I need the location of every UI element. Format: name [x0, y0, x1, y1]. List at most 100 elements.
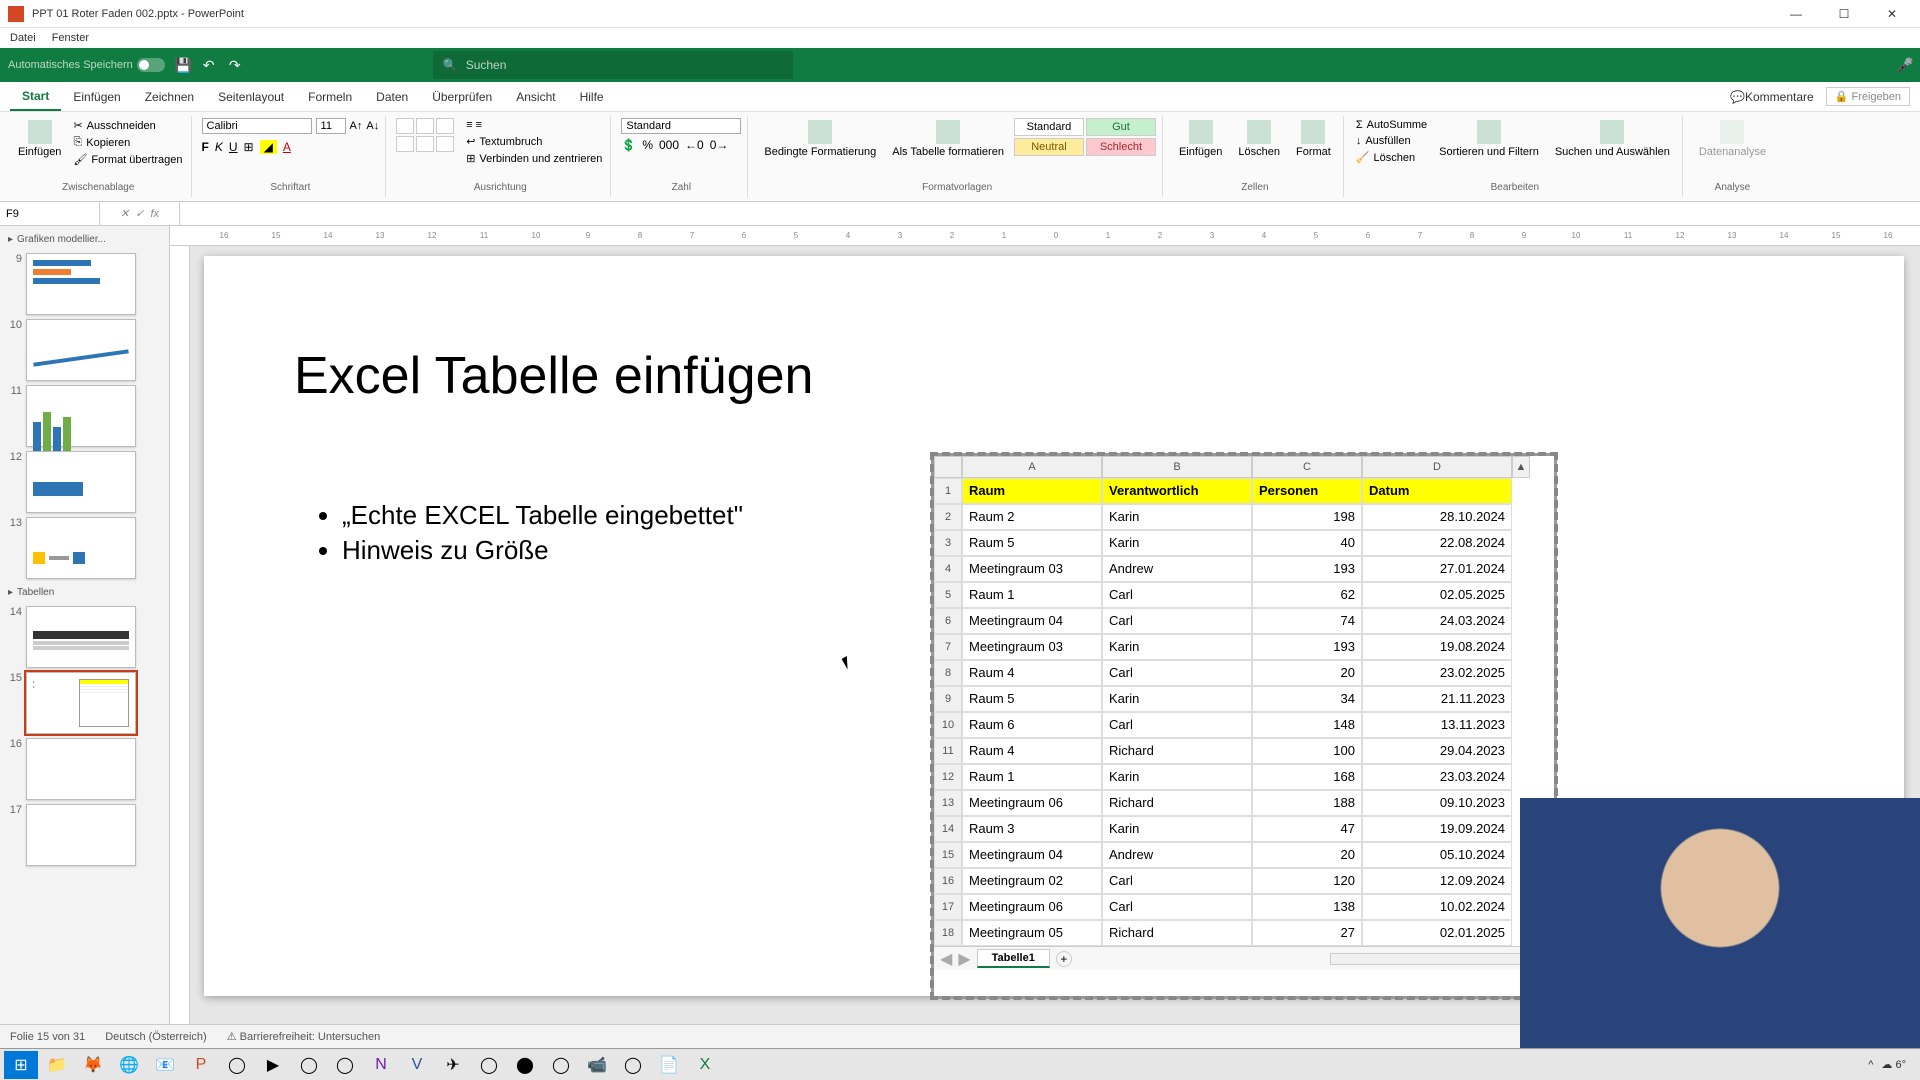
- horizontal-scrollbar[interactable]: [1330, 953, 1530, 965]
- style-neutral[interactable]: Neutral: [1014, 138, 1084, 156]
- copy-button[interactable]: ⎘ Kopieren: [71, 135, 184, 150]
- tab-zeichnen[interactable]: Zeichnen: [133, 82, 206, 111]
- sheet-nav-prev-icon[interactable]: ◀: [940, 949, 952, 969]
- format-cells-button[interactable]: Format: [1290, 118, 1337, 160]
- tab-einfuegen[interactable]: Einfügen: [61, 82, 132, 111]
- style-standard[interactable]: Standard: [1014, 118, 1084, 136]
- excel-data-row[interactable]: 8Raum 4Carl2023.02.2025: [934, 660, 1554, 686]
- excel-data-row[interactable]: 18Meetingraum 05Richard2702.01.2025: [934, 920, 1554, 946]
- tab-seitenlayout[interactable]: Seitenlayout: [206, 82, 296, 111]
- tab-start[interactable]: Start: [10, 82, 61, 111]
- excel-data-row[interactable]: 10Raum 6Carl14813.11.2023: [934, 712, 1554, 738]
- start-button[interactable]: ⊞: [4, 1051, 38, 1079]
- app-icon[interactable]: ◯: [292, 1051, 326, 1079]
- excel-data-row[interactable]: 7Meetingraum 03Karin19319.08.2024: [934, 634, 1554, 660]
- app-icon[interactable]: ◯: [328, 1051, 362, 1079]
- excel-icon[interactable]: X: [688, 1051, 722, 1079]
- onenote-icon[interactable]: N: [364, 1051, 398, 1079]
- style-schlecht[interactable]: Schlecht: [1086, 138, 1156, 156]
- undo-icon[interactable]: ↶: [201, 57, 217, 73]
- file-menu[interactable]: Datei: [10, 32, 36, 44]
- tab-daten[interactable]: Daten: [364, 82, 420, 111]
- conditional-formatting-button[interactable]: Bedingte Formatierung: [758, 118, 882, 160]
- slide-bullets[interactable]: „Echte EXCEL Tabelle eingebettet" Hinwei…: [314, 496, 743, 570]
- bullet-2[interactable]: Hinweis zu Größe: [342, 535, 743, 566]
- border-button[interactable]: ⊞: [244, 140, 254, 154]
- slide-thumb-13[interactable]: [26, 517, 136, 579]
- wrap-text-button[interactable]: ↩ Textumbruch: [464, 134, 604, 149]
- vlc-icon[interactable]: ▶: [256, 1051, 290, 1079]
- section-grafiken[interactable]: ▸ Grafiken modellier...: [4, 230, 165, 249]
- tray-chevron-icon[interactable]: ^: [1868, 1059, 1873, 1071]
- section-tabellen[interactable]: ▸ Tabellen: [4, 583, 165, 602]
- fx-buttons[interactable]: ✕✓fx: [100, 202, 180, 225]
- format-as-table-button[interactable]: Als Tabelle formatieren: [886, 118, 1010, 160]
- tab-formeln[interactable]: Formeln: [296, 82, 364, 111]
- slide-thumb-15[interactable]: ••: [26, 672, 136, 734]
- close-button[interactable]: ✕: [1872, 4, 1912, 24]
- search-input[interactable]: 🔍 Suchen: [433, 51, 793, 79]
- minimize-button[interactable]: —: [1776, 4, 1816, 24]
- scroll-up-icon[interactable]: ▲: [1512, 456, 1530, 478]
- bullet-1[interactable]: „Echte EXCEL Tabelle eingebettet": [342, 500, 743, 531]
- save-icon[interactable]: 💾: [175, 57, 191, 73]
- sheet-tab[interactable]: Tabelle1: [977, 949, 1050, 968]
- excel-data-row[interactable]: 15Meetingraum 04Andrew2005.10.2024: [934, 842, 1554, 868]
- fill-button[interactable]: ↓ Ausfüllen: [1354, 134, 1429, 148]
- find-select-button[interactable]: Suchen und Auswählen: [1549, 118, 1676, 160]
- indent-buttons[interactable]: ≡ ≡: [464, 118, 604, 132]
- outlook-icon[interactable]: 📧: [148, 1051, 182, 1079]
- shrink-font-icon[interactable]: A↓: [366, 120, 379, 132]
- sheet-nav-next-icon[interactable]: ▶: [958, 949, 970, 969]
- sort-filter-button[interactable]: Sortieren und Filtern: [1433, 118, 1545, 160]
- slide-thumb-16[interactable]: [26, 738, 136, 800]
- status-language[interactable]: Deutsch (Österreich): [105, 1031, 206, 1043]
- telegram-icon[interactable]: ✈: [436, 1051, 470, 1079]
- alignment-grid[interactable]: [396, 118, 454, 152]
- decimal-inc-button[interactable]: ←0: [685, 138, 704, 152]
- excel-data-row[interactable]: 17Meetingraum 06Carl13810.02.2024: [934, 894, 1554, 920]
- app-icon[interactable]: ◯: [616, 1051, 650, 1079]
- chrome-icon[interactable]: 🌐: [112, 1051, 146, 1079]
- style-gut[interactable]: Gut: [1086, 118, 1156, 136]
- bold-button[interactable]: F: [202, 140, 209, 154]
- slide-thumb-12[interactable]: [26, 451, 136, 513]
- window-menu[interactable]: Fenster: [52, 32, 89, 44]
- excel-data-row[interactable]: 12Raum 1Karin16823.03.2024: [934, 764, 1554, 790]
- font-color-button[interactable]: A: [283, 140, 291, 154]
- format-painter-button[interactable]: 🖌 Format übertragen: [71, 152, 184, 167]
- notepad-icon[interactable]: 📄: [652, 1051, 686, 1079]
- data-analysis-button[interactable]: Datenanalyse: [1693, 118, 1772, 160]
- merge-button[interactable]: ⊞ Verbinden und zentrieren: [464, 151, 604, 166]
- clear-button[interactable]: 🧹 Löschen: [1354, 150, 1429, 165]
- status-accessibility[interactable]: ⚠ Barrierefreiheit: Untersuchen: [227, 1030, 381, 1043]
- excel-data-row[interactable]: 5Raum 1Carl6202.05.2025: [934, 582, 1554, 608]
- app-icon[interactable]: ◯: [472, 1051, 506, 1079]
- paste-button[interactable]: Einfügen: [12, 118, 67, 160]
- autosave-toggle[interactable]: Automatisches Speichern: [8, 58, 165, 72]
- excel-data-row[interactable]: 16Meetingraum 02Carl12012.09.2024: [934, 868, 1554, 894]
- excel-embedded-object[interactable]: A B C D ▲ 1RaumVerantwortlichPersonenDat…: [934, 456, 1554, 996]
- tab-ansicht[interactable]: Ansicht: [504, 82, 567, 111]
- excel-data-row[interactable]: 14Raum 3Karin4719.09.2024: [934, 816, 1554, 842]
- excel-data-row[interactable]: 6Meetingraum 04Carl7424.03.2024: [934, 608, 1554, 634]
- comma-button[interactable]: 000: [659, 138, 679, 152]
- excel-data-row[interactable]: 2Raum 2Karin19828.10.2024: [934, 504, 1554, 530]
- insert-cells-button[interactable]: Einfügen: [1173, 118, 1228, 160]
- grow-font-icon[interactable]: A↑: [350, 120, 363, 132]
- tab-ueberpruefen[interactable]: Überprüfen: [420, 82, 504, 111]
- font-size-select[interactable]: 11: [316, 118, 346, 134]
- tab-hilfe[interactable]: Hilfe: [568, 82, 616, 111]
- slide-thumb-9[interactable]: [26, 253, 136, 315]
- excel-header-row[interactable]: 1RaumVerantwortlichPersonenDatum: [934, 478, 1554, 504]
- zoom-icon[interactable]: 📹: [580, 1051, 614, 1079]
- mic-icon[interactable]: 🎤: [1896, 57, 1912, 73]
- app-icon[interactable]: ◯: [544, 1051, 578, 1079]
- decimal-dec-button[interactable]: 0→: [710, 138, 729, 152]
- weather-widget[interactable]: ☁ 6°: [1881, 1058, 1906, 1071]
- slide-panel[interactable]: ▸ Grafiken modellier... 9 10 11 12 13 ▸ …: [0, 226, 170, 1024]
- cut-button[interactable]: ✂ Ausschneiden: [71, 118, 184, 133]
- firefox-icon[interactable]: 🦊: [76, 1051, 110, 1079]
- underline-button[interactable]: U: [229, 140, 238, 154]
- excel-data-row[interactable]: 4Meetingraum 03Andrew19327.01.2024: [934, 556, 1554, 582]
